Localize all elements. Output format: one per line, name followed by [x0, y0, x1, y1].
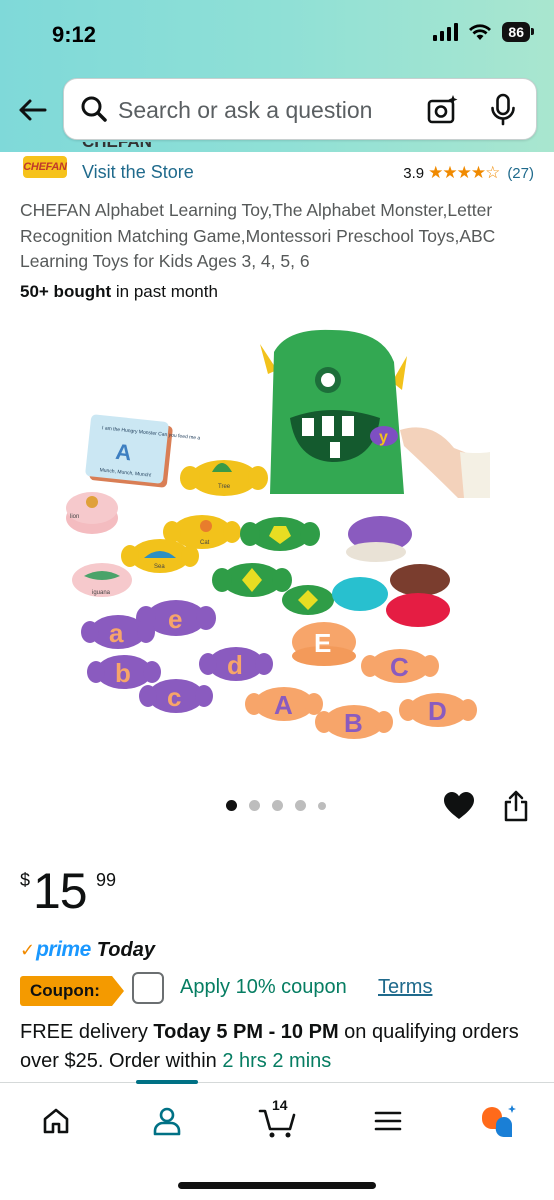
rufus-assistant-icon	[482, 1105, 516, 1138]
nav-account[interactable]	[139, 1099, 195, 1143]
status-time: 9:12	[52, 22, 97, 47]
lion-label: lion	[70, 514, 79, 520]
price-symbol: $	[20, 870, 31, 890]
delivery-prefix: FREE delivery	[20, 1021, 154, 1043]
bought-in-past-month: 50+ bought in past month	[20, 282, 218, 302]
image-carousel-dots[interactable]	[226, 800, 326, 811]
bought-suffix: in past month	[111, 282, 218, 301]
share-icon[interactable]	[503, 790, 529, 822]
status-icons: 86	[433, 22, 534, 42]
carousel-dot-5[interactable]	[318, 801, 326, 810]
tree-label: Tree	[218, 484, 231, 490]
nav-menu[interactable]	[360, 1099, 416, 1143]
candy-letter-a-lower: a	[109, 618, 124, 648]
card-letter: A	[114, 439, 133, 466]
search-input[interactable]: Search or ask a question	[63, 78, 537, 140]
bought-count: 50+ bought	[20, 282, 112, 301]
search-placeholder: Search or ask a question	[118, 97, 373, 123]
candy-letter-d-upper: D	[428, 696, 447, 726]
cellular-signal-icon	[433, 23, 459, 41]
sea-label: Sea	[154, 564, 165, 570]
store-brand-name: CHEFAN	[82, 142, 152, 152]
price-whole: 15	[33, 863, 88, 919]
active-tab-indicator	[136, 1080, 198, 1084]
monster-mouth-letter: y	[379, 429, 388, 446]
cat-label: Cat	[200, 540, 210, 546]
candy-letter-b-upper: B	[344, 708, 363, 738]
nav-cart[interactable]: 14	[250, 1097, 306, 1143]
battery-indicator: 86	[502, 22, 534, 42]
visit-store-link[interactable]: Visit the Store	[82, 162, 194, 183]
nav-home[interactable]	[28, 1099, 84, 1143]
delivery-window: Today 5 PM - 10 PM	[153, 1021, 339, 1043]
store-logo[interactable]: CHEFAN	[20, 152, 70, 186]
rating-value: 3.9	[403, 164, 425, 182]
colour-candies	[332, 516, 450, 627]
store-logo-text: CHEFAN	[23, 156, 67, 178]
coupon-tag: Coupon:	[20, 976, 124, 1006]
product-image[interactable]: y I am the Hungry Monster Can you feed m…	[62, 322, 490, 758]
candy-letter-a-upper: A	[274, 690, 293, 720]
search-icon	[81, 96, 107, 122]
rating-stars-icon: ★★★★☆	[428, 163, 500, 182]
home-indicator[interactable]	[178, 1182, 376, 1189]
product-title: CHEFAN Alphabet Learning Toy,The Alphabe…	[20, 200, 496, 271]
candy-letter-e-lower: e	[168, 604, 182, 634]
user-icon	[153, 1107, 181, 1136]
rating-summary[interactable]: 3.9 ★★★★☆ (27)	[403, 163, 534, 183]
coupon-checkbox[interactable]	[132, 972, 164, 1004]
status-bar: 9:12 86	[0, 0, 554, 72]
home-icon	[43, 1108, 69, 1134]
candy-letter-d-lower: d	[227, 650, 243, 680]
camera-search-icon[interactable]	[426, 94, 458, 126]
carousel-dot-2[interactable]	[249, 800, 260, 811]
candy-letter-b-lower: b	[115, 658, 131, 688]
delivery-countdown: 2 hrs 2 mins	[222, 1050, 332, 1072]
heart-icon[interactable]	[443, 791, 475, 821]
carousel-dot-1[interactable]	[226, 800, 237, 811]
back-button[interactable]	[14, 92, 50, 128]
apply-coupon-label[interactable]: Apply 10% coupon	[180, 976, 347, 999]
candy-letter-c-upper: C	[390, 652, 409, 682]
prime-today-label: Today	[96, 938, 155, 961]
wifi-icon	[469, 24, 492, 40]
carousel-dot-4[interactable]	[295, 800, 306, 811]
hamburger-menu-icon	[374, 1111, 402, 1131]
carousel-dot-3[interactable]	[272, 800, 283, 811]
rating-count-link[interactable]: (27)	[507, 165, 534, 182]
microphone-icon[interactable]	[490, 93, 516, 127]
candy-letter-c-lower: c	[167, 682, 181, 712]
price-fraction: 99	[96, 870, 117, 890]
monster-felt: y	[260, 329, 490, 498]
candy-letter-e-upper: E	[314, 628, 331, 658]
app-header: 9:12 86 Search or ask a question	[0, 0, 554, 152]
back-arrow-icon	[19, 99, 47, 121]
delivery-info: FREE delivery Today 5 PM - 10 PM on qual…	[20, 1018, 540, 1076]
cart-count-badge: 14	[272, 1097, 288, 1113]
prime-check-icon: ✓	[20, 939, 36, 960]
coupon-terms-link[interactable]: Terms	[378, 976, 432, 999]
nav-rufus-assistant[interactable]	[470, 1099, 526, 1143]
prime-badge: ✓ prime Today	[20, 938, 155, 962]
prime-logo: prime	[36, 938, 91, 961]
iguana-label: iguana	[92, 590, 111, 596]
